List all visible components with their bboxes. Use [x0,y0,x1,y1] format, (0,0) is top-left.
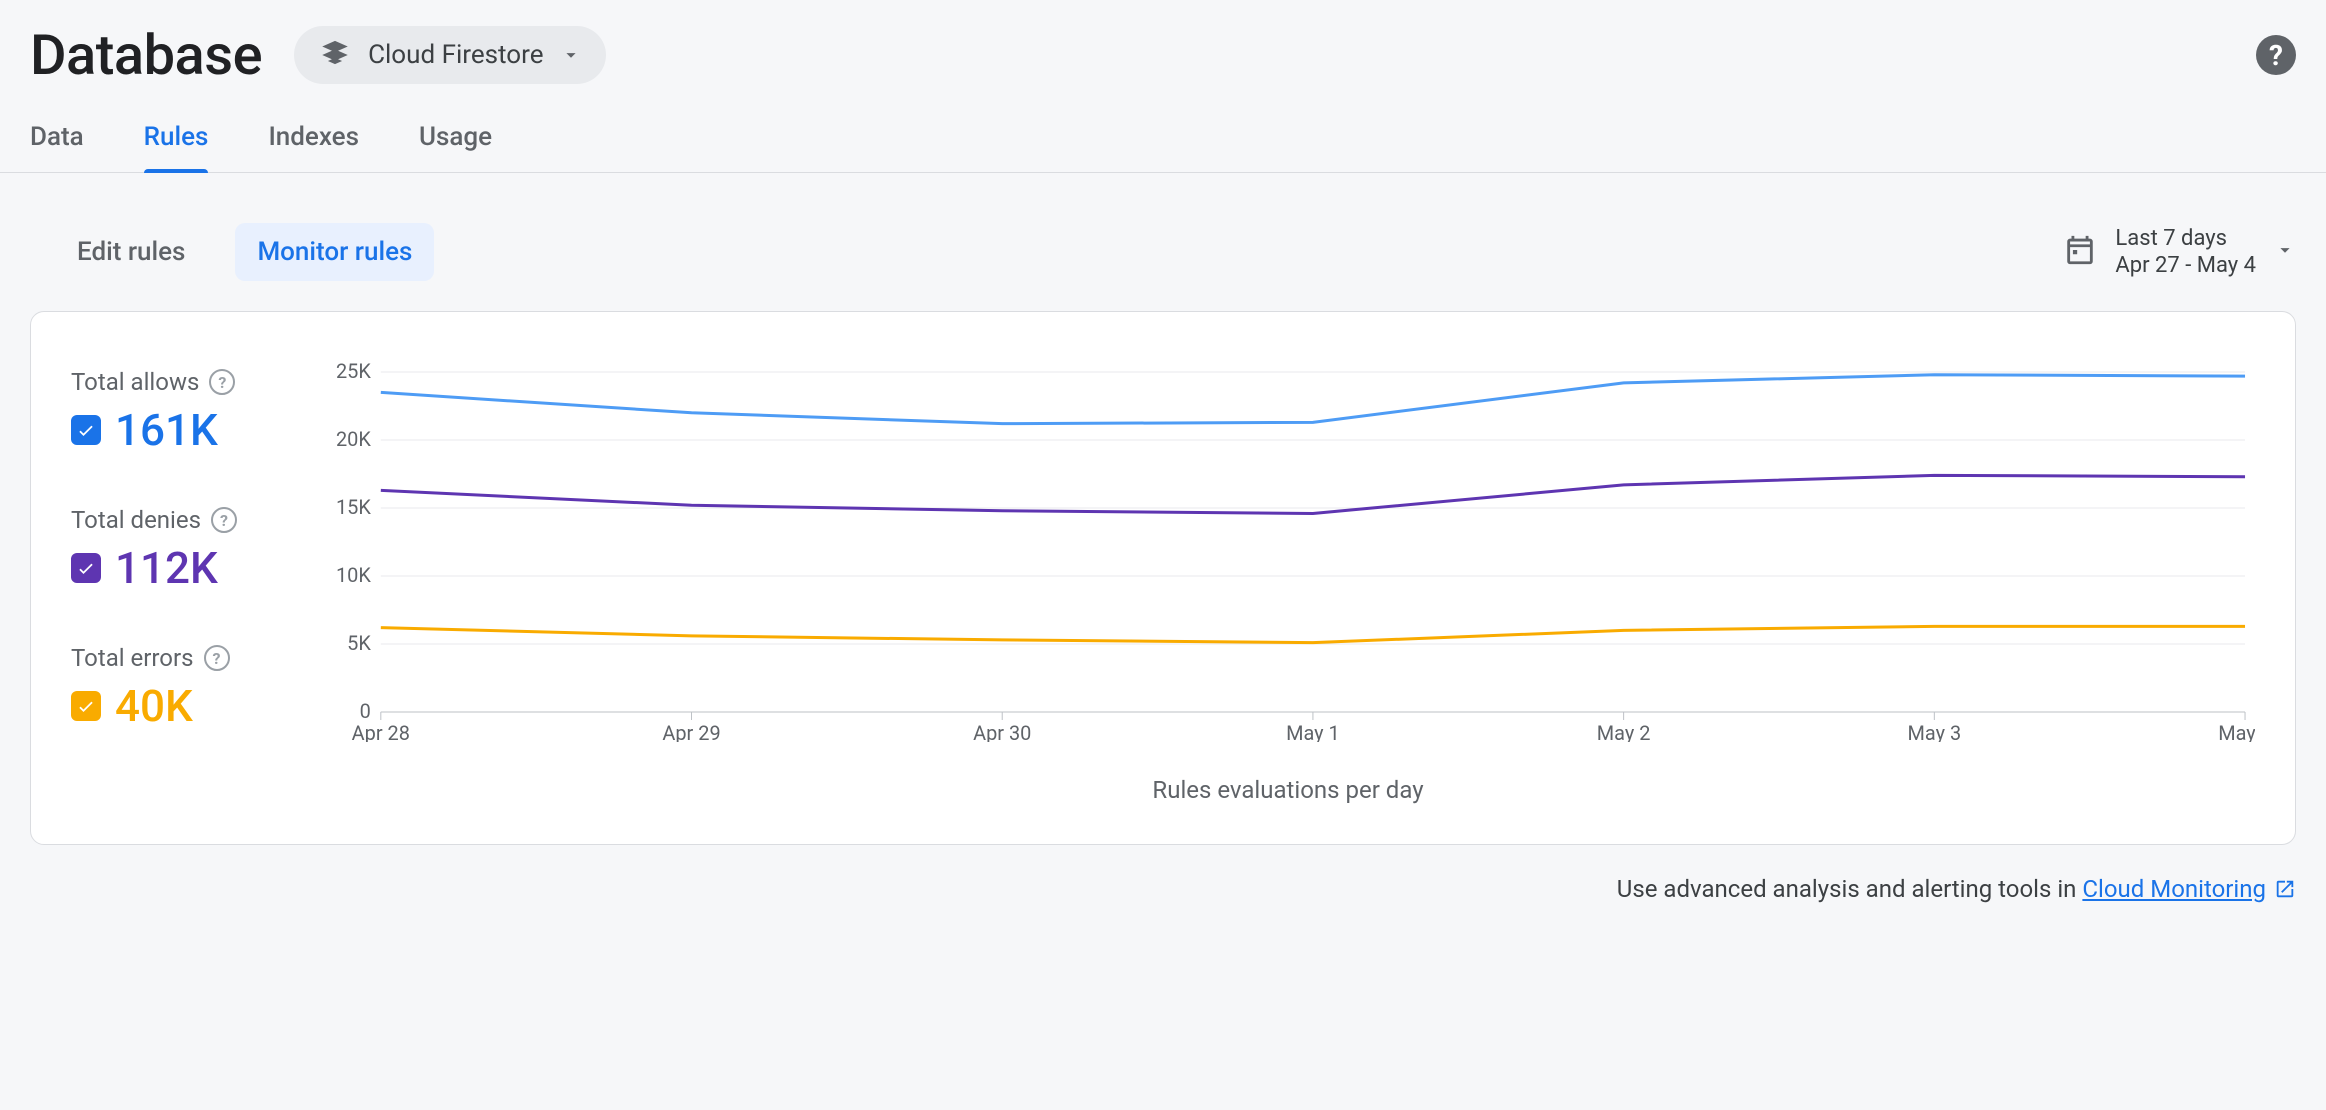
svg-text:0: 0 [360,699,371,723]
page-title: Database [30,22,262,88]
svg-text:5K: 5K [347,631,371,655]
help-icon-allows[interactable]: ? [209,369,235,395]
legend-title-denies: Total denies [71,506,201,534]
svg-text:May 4: May 4 [2218,721,2255,742]
sub-tabs: Edit rules Monitor rules [55,223,434,281]
external-link-icon [2274,878,2296,900]
chart-legend: Total allows ? 161K Total denies ? [71,362,301,804]
legend-item-denies: Total denies ? 112K [71,506,301,594]
rules-chart: 0 5K 10K 15K 20K 25K Apr 28 Apr 29 Apr 30 May 1 Ma… [321,362,2255,742]
date-range-range: Apr 27 - May 4 [2115,252,2256,280]
footer-link-row: Use advanced analysis and alerting tools… [0,845,2326,903]
legend-checkbox-denies[interactable] [71,553,101,583]
tab-indexes[interactable]: Indexes [268,122,359,172]
chevron-down-icon [560,44,582,66]
svg-text:May 1: May 1 [1286,721,1340,742]
chart-area: 0 5K 10K 15K 20K 25K Apr 28 Apr 29 Apr 30 May 1 Ma… [321,362,2255,804]
calendar-icon [2063,233,2097,271]
monitor-rules-card: Total allows ? 161K Total denies ? [30,311,2296,845]
subtab-monitor-rules[interactable]: Monitor rules [235,223,434,281]
tab-data[interactable]: Data [30,122,84,172]
database-selector-chip[interactable]: Cloud Firestore [294,26,605,84]
svg-text:Apr 30: Apr 30 [973,721,1031,742]
svg-text:10K: 10K [336,563,371,587]
legend-value-allows: 161K [115,404,218,456]
date-range-preset: Last 7 days [2115,225,2256,253]
cloud-monitoring-link-label: Cloud Monitoring [2082,875,2266,903]
legend-title-allows: Total allows [71,368,199,396]
svg-text:May 3: May 3 [1908,721,1962,742]
legend-value-denies: 112K [115,542,218,594]
svg-text:20K: 20K [336,427,371,451]
chevron-down-icon [2274,239,2296,265]
tab-rules[interactable]: Rules [144,122,209,172]
subtab-edit-rules[interactable]: Edit rules [55,223,207,281]
top-tabs: Data Rules Indexes Usage [0,88,2326,173]
svg-text:Apr 29: Apr 29 [662,721,720,742]
help-icon-denies[interactable]: ? [211,507,237,533]
date-range-picker[interactable]: Last 7 days Apr 27 - May 4 [2063,225,2296,280]
database-selector-label: Cloud Firestore [368,40,543,70]
svg-text:May 2: May 2 [1597,721,1651,742]
help-icon-errors[interactable]: ? [204,645,230,671]
legend-checkbox-errors[interactable] [71,691,101,721]
svg-text:Apr 28: Apr 28 [352,721,410,742]
legend-item-errors: Total errors ? 40K [71,644,301,732]
legend-checkbox-allows[interactable] [71,415,101,445]
help-icon[interactable]: ? [2256,35,2296,75]
legend-title-errors: Total errors [71,644,194,672]
svg-text:25K: 25K [336,362,371,383]
cloud-monitoring-link[interactable]: Cloud Monitoring [2082,875,2296,903]
chart-x-axis-label: Rules evaluations per day [321,776,2255,804]
footer-text: Use advanced analysis and alerting tools… [1617,875,2083,903]
svg-text:15K: 15K [336,495,371,519]
legend-value-errors: 40K [115,680,193,732]
firestore-icon [318,38,352,72]
tab-usage[interactable]: Usage [419,122,492,172]
legend-item-allows: Total allows ? 161K [71,368,301,456]
